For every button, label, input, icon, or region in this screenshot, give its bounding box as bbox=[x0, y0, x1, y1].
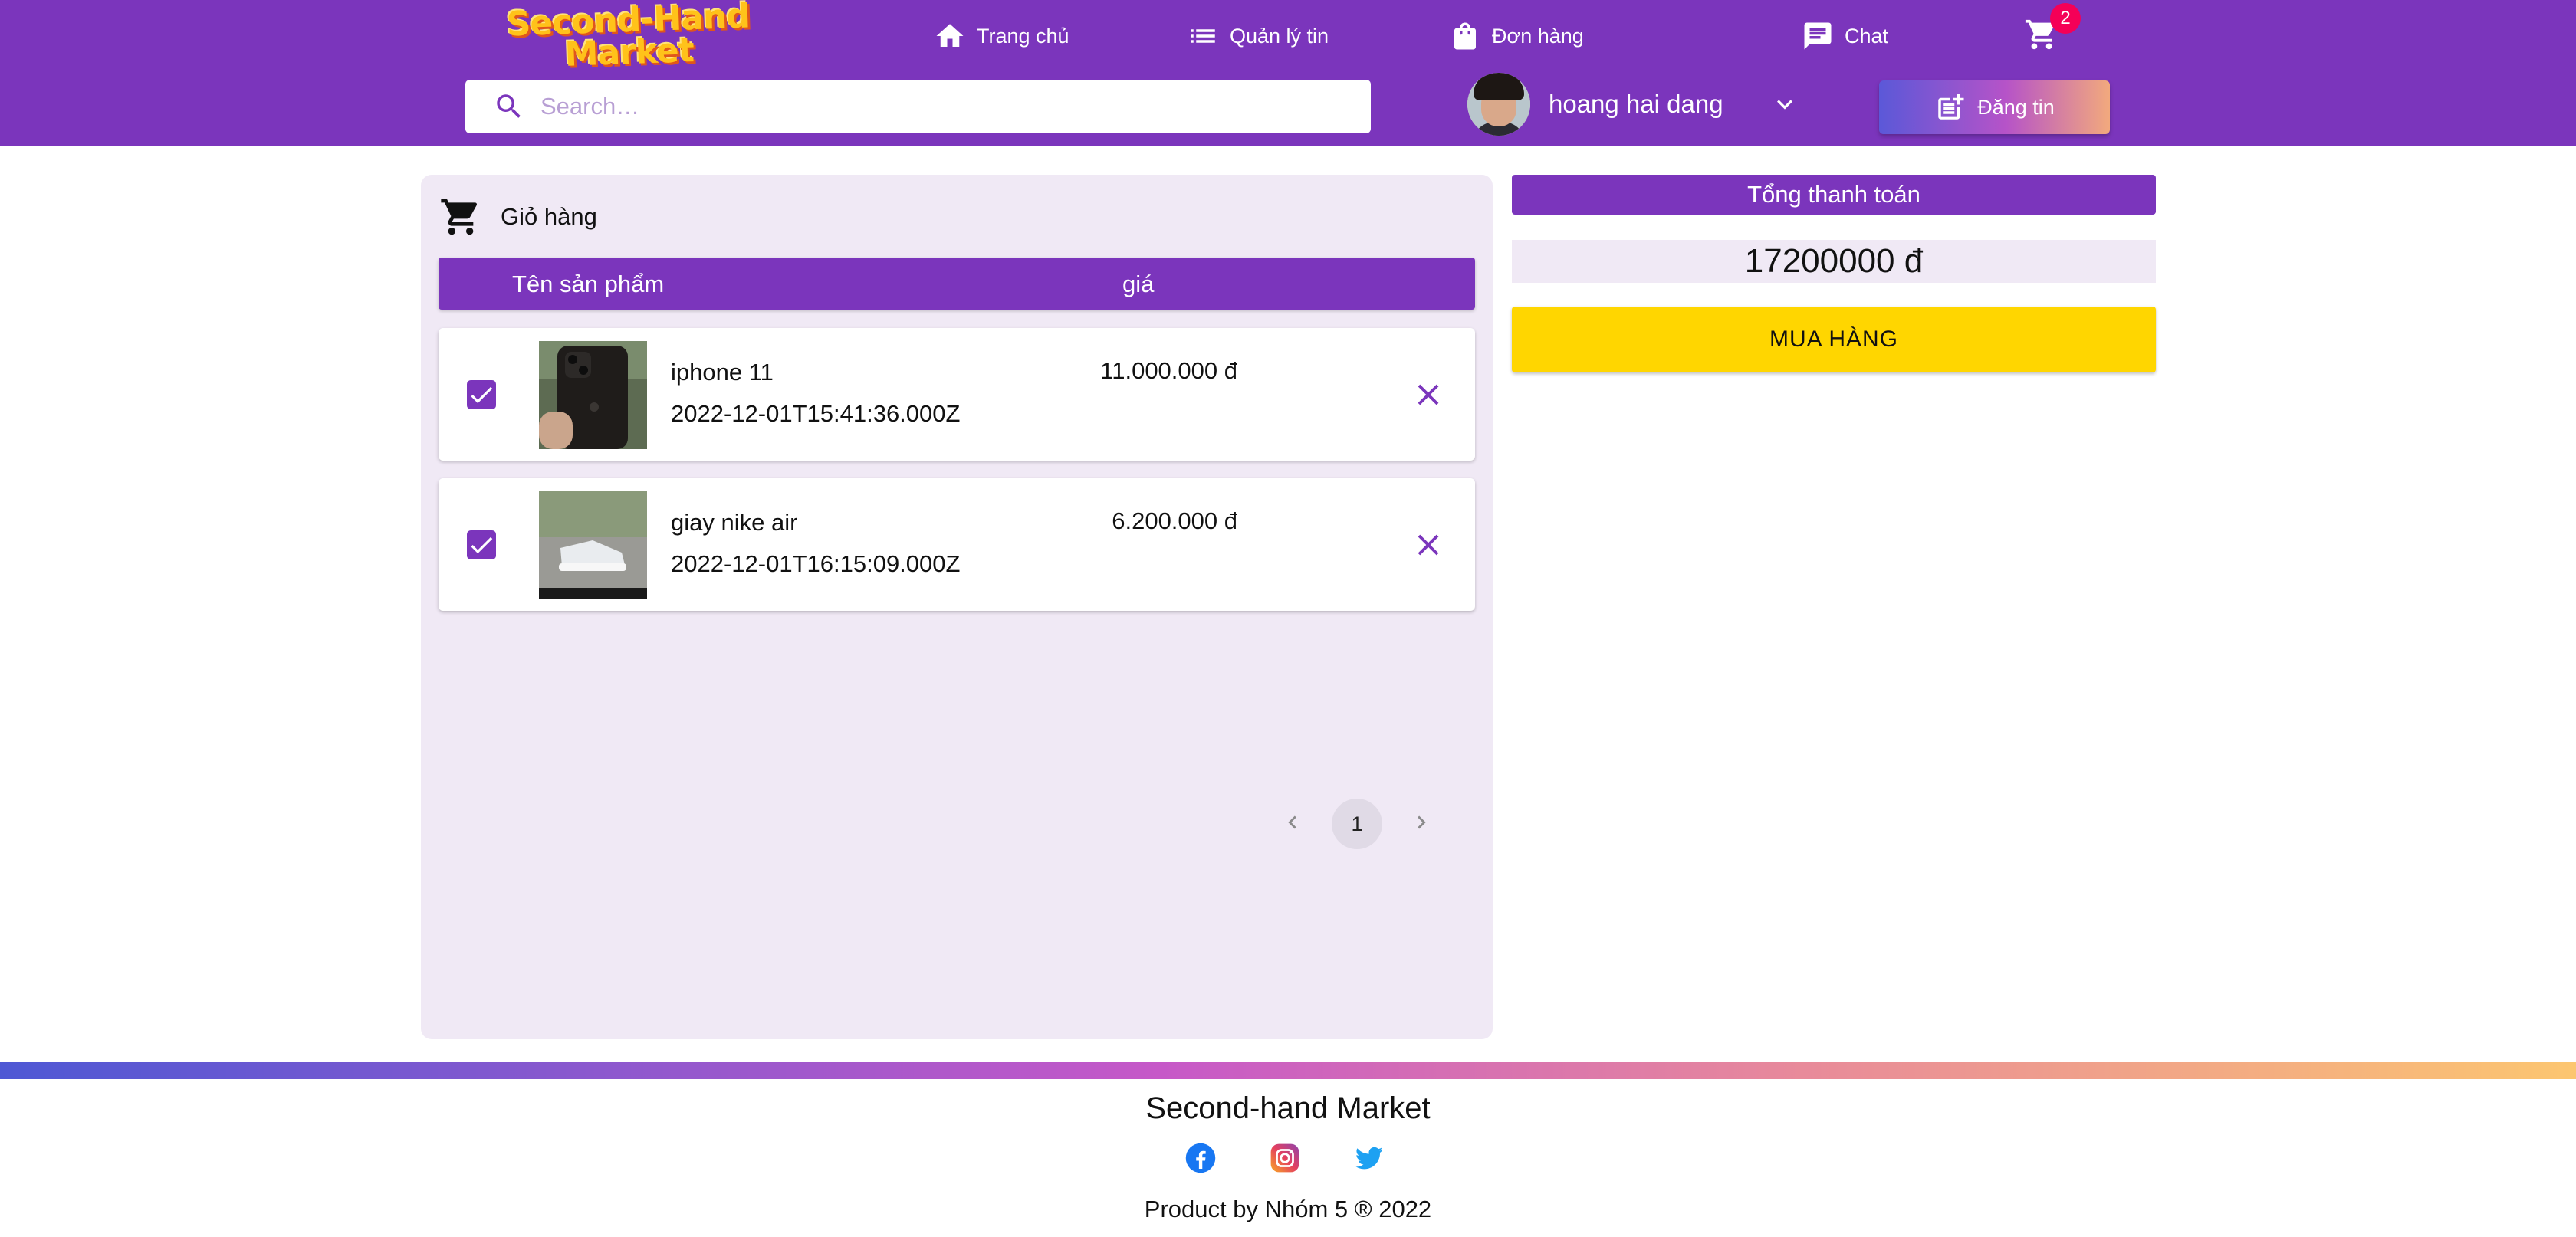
product-date: 2022-12-01T16:15:09.000Z bbox=[671, 550, 961, 577]
cart-button[interactable]: 2 bbox=[2024, 3, 2081, 55]
search-icon bbox=[497, 94, 521, 118]
product-thumbnail bbox=[539, 341, 647, 449]
cart-item-row: giay nike air 2022-12-01T16:15:09.000Z 6… bbox=[439, 478, 1475, 611]
post-listing-button[interactable]: Đăng tin bbox=[1879, 80, 2110, 134]
user-name: hoang hai dang bbox=[1549, 90, 1723, 118]
item-select-checkbox[interactable] bbox=[467, 530, 496, 559]
nav-orders[interactable]: Đơn hàng bbox=[1449, 17, 1584, 55]
cart-table-header: Tên sản phẩm giá bbox=[439, 258, 1475, 310]
item-select-checkbox[interactable] bbox=[467, 380, 496, 409]
social-links bbox=[1184, 1142, 1385, 1174]
facebook-icon[interactable] bbox=[1184, 1142, 1217, 1174]
previous-page-button[interactable] bbox=[1280, 809, 1306, 839]
top-app-bar: Second-Hand Market Trang chủ Quản lý tin… bbox=[0, 0, 2576, 146]
shopping-bag-icon bbox=[1454, 22, 1476, 50]
user-menu[interactable]: hoang hai dang bbox=[1467, 72, 1800, 136]
close-icon bbox=[1418, 384, 1439, 405]
cart-panel: Giỏ hàng Tên sản phẩm giá iphone 11 2022… bbox=[421, 175, 1493, 1039]
home-icon bbox=[936, 24, 964, 47]
nav-manage-posts[interactable]: Quản lý tin bbox=[1187, 17, 1329, 55]
list-icon bbox=[1191, 29, 1215, 43]
product-date: 2022-12-01T15:41:36.000Z bbox=[671, 400, 961, 427]
cart-item-row: iphone 11 2022-12-01T15:41:36.000Z 11.00… bbox=[439, 328, 1475, 461]
footer-gradient-divider bbox=[0, 1062, 2576, 1079]
chevron-left-icon bbox=[1288, 815, 1296, 828]
remove-item-button[interactable] bbox=[1411, 377, 1446, 412]
cart-title: Giỏ hàng bbox=[501, 203, 597, 230]
instagram-icon[interactable] bbox=[1269, 1142, 1301, 1174]
cart-heading: Giỏ hàng bbox=[439, 194, 597, 240]
buy-button[interactable]: MUA HÀNG bbox=[1512, 307, 2156, 372]
nav-home[interactable]: Trang chủ bbox=[934, 17, 1070, 55]
product-name: iphone 11 bbox=[671, 359, 774, 386]
order-total: 17200000 đ bbox=[1512, 240, 2156, 283]
product-name: giay nike air bbox=[671, 509, 798, 536]
nav-orders-label: Đơn hàng bbox=[1492, 24, 1584, 48]
page-number[interactable]: 1 bbox=[1332, 799, 1382, 849]
post-listing-label: Đăng tin bbox=[1977, 95, 2055, 119]
close-icon bbox=[1418, 534, 1439, 556]
nav-home-label: Trang chủ bbox=[977, 24, 1070, 48]
product-thumbnail bbox=[539, 491, 647, 599]
post-add-icon bbox=[1938, 94, 1964, 120]
cart-count-badge: 2 bbox=[2050, 3, 2081, 34]
checkmark-icon bbox=[471, 536, 493, 554]
avatar bbox=[1467, 73, 1530, 136]
nav-chat[interactable]: Chat bbox=[1802, 17, 1888, 55]
summary-title: Tổng thanh toán bbox=[1512, 175, 2156, 215]
search-bar bbox=[465, 80, 1371, 133]
product-price: 6.200.000 đ bbox=[1112, 507, 1237, 534]
chevron-down-icon bbox=[1776, 100, 1792, 110]
site-logo[interactable]: Second-Hand Market bbox=[483, 0, 774, 74]
footer-credit: Product by Nhóm 5 ® 2022 bbox=[1144, 1196, 1432, 1222]
nav-chat-label: Chat bbox=[1845, 24, 1889, 48]
column-price: giá bbox=[1122, 271, 1155, 297]
search-input[interactable] bbox=[540, 93, 1307, 120]
nav-manage-label: Quản lý tin bbox=[1230, 24, 1329, 48]
twitter-icon[interactable] bbox=[1353, 1142, 1385, 1174]
chat-icon bbox=[1804, 22, 1832, 50]
checkmark-icon bbox=[471, 386, 493, 404]
pagination: 1 bbox=[1280, 799, 1434, 849]
product-price: 11.000.000 đ bbox=[1100, 357, 1237, 384]
remove-item-button[interactable] bbox=[1411, 527, 1446, 563]
chevron-right-icon bbox=[1418, 815, 1426, 828]
shopping-cart-icon bbox=[441, 199, 478, 235]
footer-title: Second-hand Market bbox=[1145, 1091, 1431, 1125]
next-page-button[interactable] bbox=[1408, 809, 1434, 839]
column-product-name: Tên sản phẩm bbox=[512, 271, 665, 297]
